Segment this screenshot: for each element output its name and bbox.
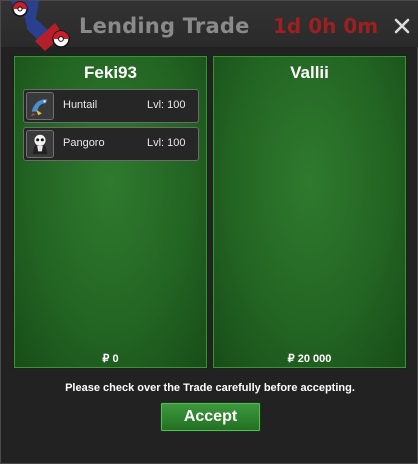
- huntail-sprite-icon: [26, 92, 54, 120]
- trader-name: Vallii: [290, 63, 329, 82]
- money-amount: ₽ 20 000: [287, 353, 332, 365]
- trader-panel-right: Vallii ₽ 20 000: [212, 55, 407, 369]
- trade-item-huntail[interactable]: Huntail Lvl: 100: [23, 89, 199, 123]
- pokeball-logo-icon: [11, 1, 70, 51]
- item-level: Lvl: 100: [147, 137, 186, 149]
- item-level: Lvl: 100: [147, 99, 186, 111]
- close-icon[interactable]: [394, 18, 410, 34]
- trade-notice: Please check over the Trade carefully be…: [65, 382, 355, 394]
- window-title: Lending Trade: [79, 14, 250, 38]
- trader-panel-left: Feki93 Huntail Lvl: 100 Pangoro Lvl: 100: [13, 55, 208, 369]
- pangoro-sprite-icon: [26, 130, 54, 158]
- item-name: Pangoro: [63, 137, 105, 149]
- money-amount: ₽ 0: [102, 353, 119, 365]
- title-bar: Lending Trade 1d 0h 0m: [1, 1, 418, 51]
- accept-button[interactable]: Accept: [160, 402, 261, 432]
- trade-timer: 1d 0h 0m: [273, 14, 379, 38]
- item-name: Huntail: [63, 99, 98, 111]
- trade-item-pangoro[interactable]: Pangoro Lvl: 100: [23, 127, 199, 161]
- trader-name: Feki93: [84, 63, 137, 82]
- lending-trade-window: Lending Trade 1d 0h 0m Feki93 Huntail Lv…: [0, 0, 418, 464]
